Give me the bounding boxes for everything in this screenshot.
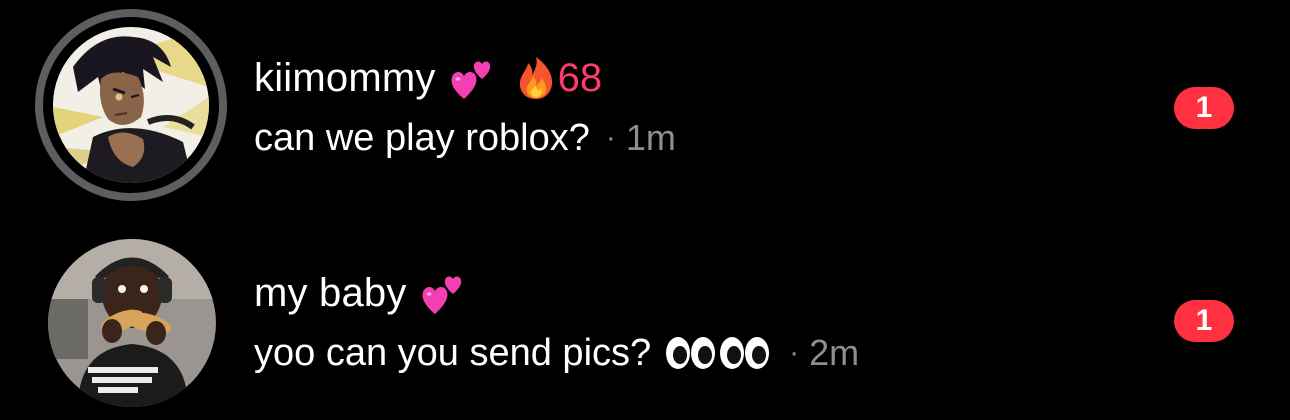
unread-badge: 1	[1174, 87, 1234, 129]
unread-badge: 1	[1174, 300, 1234, 342]
eyes-icon	[719, 333, 771, 373]
separator-dot: ·	[789, 336, 800, 369]
conversation-text: my baby yoo can you send pics? · 2m	[254, 267, 859, 383]
fire-icon	[516, 56, 556, 100]
conversation-text: kiimommy 68 can we play roblox? · 1m	[254, 52, 676, 168]
two-hearts-icon	[450, 55, 496, 101]
message-preview-line: yoo can you send pics? · 2m	[254, 323, 859, 383]
person-avatar-image	[48, 239, 216, 407]
eyes-icon	[665, 333, 717, 373]
avatar	[48, 239, 216, 407]
timestamp: 1m	[625, 117, 676, 158]
two-hearts-icon	[421, 270, 467, 316]
separator-dot: ·	[605, 121, 616, 154]
conversation-row[interactable]: my baby yoo can you send pics? · 2m 1	[0, 222, 1290, 420]
contact-name: my baby	[254, 270, 407, 315]
name-line: kiimommy 68	[254, 52, 676, 104]
avatar-container[interactable]	[35, 226, 227, 418]
avatar-with-story-ring[interactable]	[35, 9, 227, 201]
streak-indicator: 68	[516, 55, 603, 101]
message-preview-line: can we play roblox? · 1m	[254, 108, 676, 168]
conversation-list: kiimommy 68 can we play roblox? · 1m 1 m…	[0, 0, 1290, 420]
conversation-row[interactable]: kiimommy 68 can we play roblox? · 1m 1	[0, 5, 1290, 205]
message-emojis	[665, 333, 773, 373]
contact-name: kiimommy	[254, 55, 436, 100]
timestamp: 2m	[809, 332, 860, 373]
streak-count: 68	[557, 55, 603, 100]
anime-avatar-image	[53, 27, 209, 183]
name-line: my baby	[254, 267, 859, 319]
message-preview: yoo can you send pics?	[254, 331, 652, 374]
avatar	[53, 27, 209, 183]
message-preview: can we play roblox?	[254, 116, 590, 159]
